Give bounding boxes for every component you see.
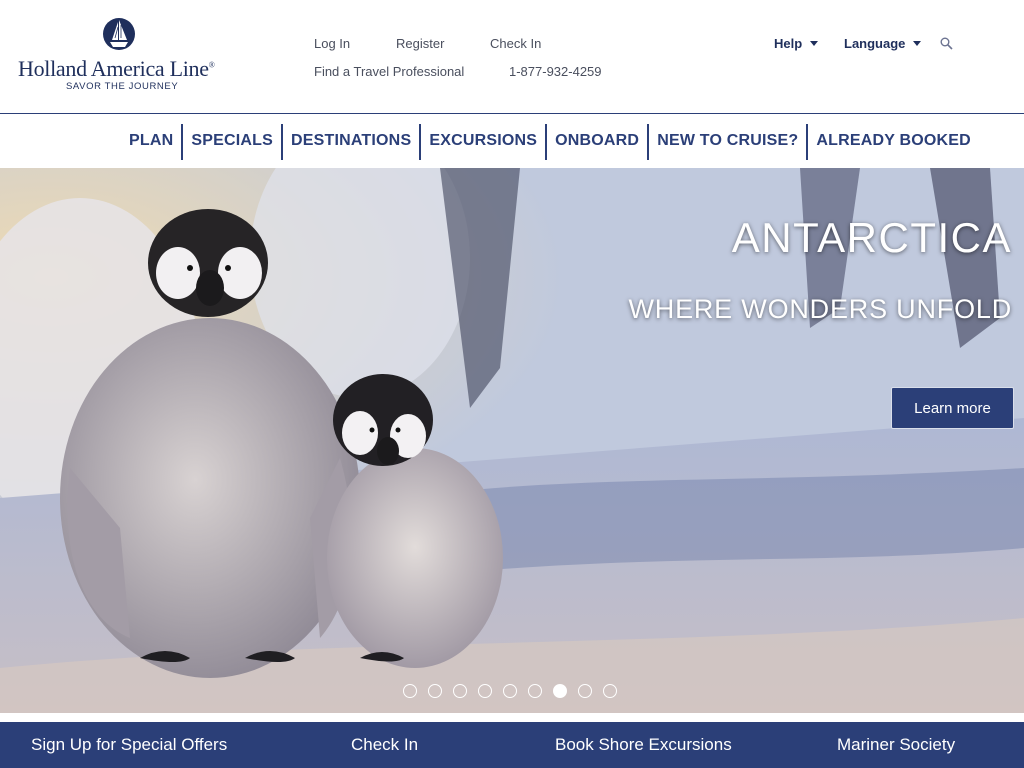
- site-header: Holland America Line® SAVOR THE JOURNEY …: [0, 0, 1024, 114]
- chevron-down-icon: [913, 41, 922, 47]
- brand-logo[interactable]: Holland America Line® SAVOR THE JOURNEY: [18, 14, 228, 94]
- nav-plan[interactable]: PLAN: [121, 124, 181, 160]
- bottom-bar-spacer: [0, 713, 1024, 722]
- chevron-down-icon: [810, 41, 819, 47]
- hero-carousel: ANTARCTICA WHERE WONDERS UNFOLD Learn mo…: [0, 168, 1024, 713]
- help-dropdown[interactable]: Help: [774, 36, 819, 51]
- ship-emblem-icon: [103, 18, 135, 50]
- nav-new-to-cruise[interactable]: NEW TO CRUISE?: [647, 124, 806, 160]
- help-label: Help: [774, 36, 803, 51]
- hero-title: ANTARCTICA: [731, 214, 1012, 261]
- bottom-check-in-link[interactable]: Check In: [351, 735, 418, 755]
- nav-excursions[interactable]: EXCURSIONS: [419, 124, 545, 160]
- register-link[interactable]: Register: [396, 36, 444, 51]
- main-nav-list: PLAN SPECIALS DESTINATIONS EXCURSIONS ON…: [121, 124, 979, 160]
- check-in-link[interactable]: Check In: [490, 36, 541, 51]
- carousel-dot-4[interactable]: [478, 684, 492, 698]
- log-in-link[interactable]: Log In: [314, 36, 350, 51]
- sign-up-special-offers-link[interactable]: Sign Up for Special Offers: [31, 735, 227, 755]
- brand-tagline: SAVOR THE JOURNEY: [66, 81, 179, 92]
- hero-subtitle: WHERE WONDERS UNFOLD: [628, 294, 1012, 324]
- language-label: Language: [844, 36, 906, 51]
- carousel-dot-6[interactable]: [528, 684, 542, 698]
- search-icon[interactable]: [940, 37, 953, 50]
- book-shore-excursions-link[interactable]: Book Shore Excursions: [555, 735, 732, 755]
- nav-onboard[interactable]: ONBOARD: [545, 124, 647, 160]
- carousel-dot-2[interactable]: [428, 684, 442, 698]
- carousel-dot-9[interactable]: [603, 684, 617, 698]
- nav-specials[interactable]: SPECIALS: [181, 124, 281, 160]
- learn-more-button[interactable]: Learn more: [891, 387, 1014, 429]
- carousel-dot-3[interactable]: [453, 684, 467, 698]
- find-travel-professional-link[interactable]: Find a Travel Professional: [314, 64, 464, 79]
- carousel-dot-1[interactable]: [403, 684, 417, 698]
- carousel-dot-8[interactable]: [578, 684, 592, 698]
- phone-number-link[interactable]: 1-877-932-4259: [509, 64, 602, 79]
- carousel-dot-7[interactable]: [553, 684, 567, 698]
- brand-name: Holland America Line®: [18, 56, 215, 81]
- carousel-pagination: [403, 684, 628, 698]
- main-navigation: PLAN SPECIALS DESTINATIONS EXCURSIONS ON…: [0, 115, 1024, 168]
- quick-links-bar: Sign Up for Special Offers Check In Book…: [0, 722, 1024, 768]
- carousel-dot-5[interactable]: [503, 684, 517, 698]
- nav-already-booked[interactable]: ALREADY BOOKED: [806, 124, 979, 160]
- language-dropdown[interactable]: Language: [844, 36, 922, 51]
- mariner-society-link[interactable]: Mariner Society: [837, 735, 955, 755]
- nav-destinations[interactable]: DESTINATIONS: [280, 124, 419, 160]
